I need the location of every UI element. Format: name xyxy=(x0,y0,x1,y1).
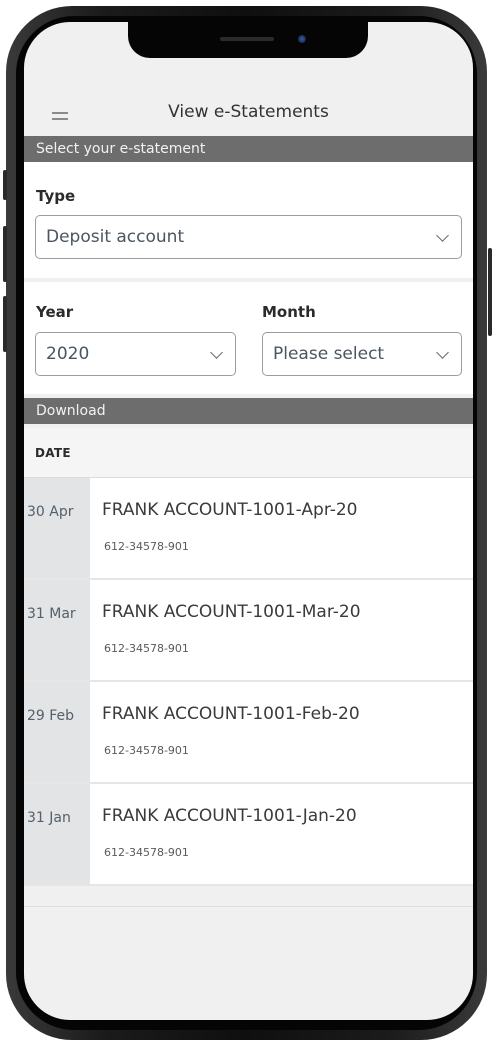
statement-date: 31 Mar xyxy=(27,606,76,622)
month-select[interactable]: Please select xyxy=(262,332,462,376)
power-button xyxy=(488,248,492,336)
statement-date-cell: 30 Apr xyxy=(24,478,90,578)
year-select-value: 2020 xyxy=(46,344,90,364)
statement-title[interactable]: FRANK ACCOUNT-1001-Apr-20 xyxy=(102,500,357,520)
statement-account-number: 612-34578-901 xyxy=(104,540,189,553)
chevron-down-icon xyxy=(436,229,449,242)
chevron-down-icon xyxy=(210,346,223,359)
statement-row[interactable]: 29 Feb FRANK ACCOUNT-1001-Feb-20 612-345… xyxy=(24,682,473,784)
statement-list: 30 Apr FRANK ACCOUNT-1001-Apr-20 612-345… xyxy=(24,478,473,886)
statement-date-cell: 29 Feb xyxy=(24,682,90,782)
page-title: View e-Statements xyxy=(168,102,329,122)
type-label: Type xyxy=(36,187,76,205)
type-select-value: Deposit account xyxy=(46,227,185,247)
list-bottom-divider xyxy=(24,906,473,907)
statement-account-number: 612-34578-901 xyxy=(104,744,189,757)
phone-screen: View e-Statements Select your e-statemen… xyxy=(24,22,473,1020)
date-column-header: DATE xyxy=(35,446,71,460)
statement-date-cell: 31 Mar xyxy=(24,580,90,680)
statement-account-number: 612-34578-901 xyxy=(104,846,189,859)
type-select[interactable]: Deposit account xyxy=(35,215,462,259)
statement-title[interactable]: FRANK ACCOUNT-1001-Jan-20 xyxy=(102,806,357,826)
statement-date-cell: 31 Jan xyxy=(24,784,90,884)
year-label: Year xyxy=(36,303,74,321)
statement-row[interactable]: 31 Mar FRANK ACCOUNT-1001-Mar-20 612-345… xyxy=(24,580,473,682)
statement-row[interactable]: 31 Jan FRANK ACCOUNT-1001-Jan-20 612-345… xyxy=(24,784,473,886)
select-section-heading: Select your e-statement xyxy=(24,136,473,162)
statement-row[interactable]: 30 Apr FRANK ACCOUNT-1001-Apr-20 612-345… xyxy=(24,478,473,580)
mute-switch xyxy=(3,170,7,200)
statement-date: 29 Feb xyxy=(27,708,75,724)
front-camera-icon xyxy=(298,35,306,43)
statement-title[interactable]: FRANK ACCOUNT-1001-Mar-20 xyxy=(102,602,361,622)
statement-title[interactable]: FRANK ACCOUNT-1001-Feb-20 xyxy=(102,704,360,724)
speaker-grille xyxy=(220,37,274,41)
table-header: DATE xyxy=(24,428,473,478)
year-select[interactable]: 2020 xyxy=(35,332,236,376)
statement-date: 31 Jan xyxy=(27,810,71,826)
app-header: View e-Statements xyxy=(24,92,473,136)
chevron-down-icon xyxy=(436,346,449,359)
statement-date: 30 Apr xyxy=(27,504,74,520)
volume-up-button xyxy=(3,226,7,282)
type-card: Type Deposit account xyxy=(24,162,473,278)
period-card: Year 2020 Month Please select xyxy=(24,282,473,394)
volume-down-button xyxy=(3,296,7,352)
month-select-value: Please select xyxy=(273,344,385,364)
month-label: Month xyxy=(262,303,316,321)
download-section-heading: Download xyxy=(24,398,473,424)
notch xyxy=(128,22,368,58)
statement-account-number: 612-34578-901 xyxy=(104,642,189,655)
